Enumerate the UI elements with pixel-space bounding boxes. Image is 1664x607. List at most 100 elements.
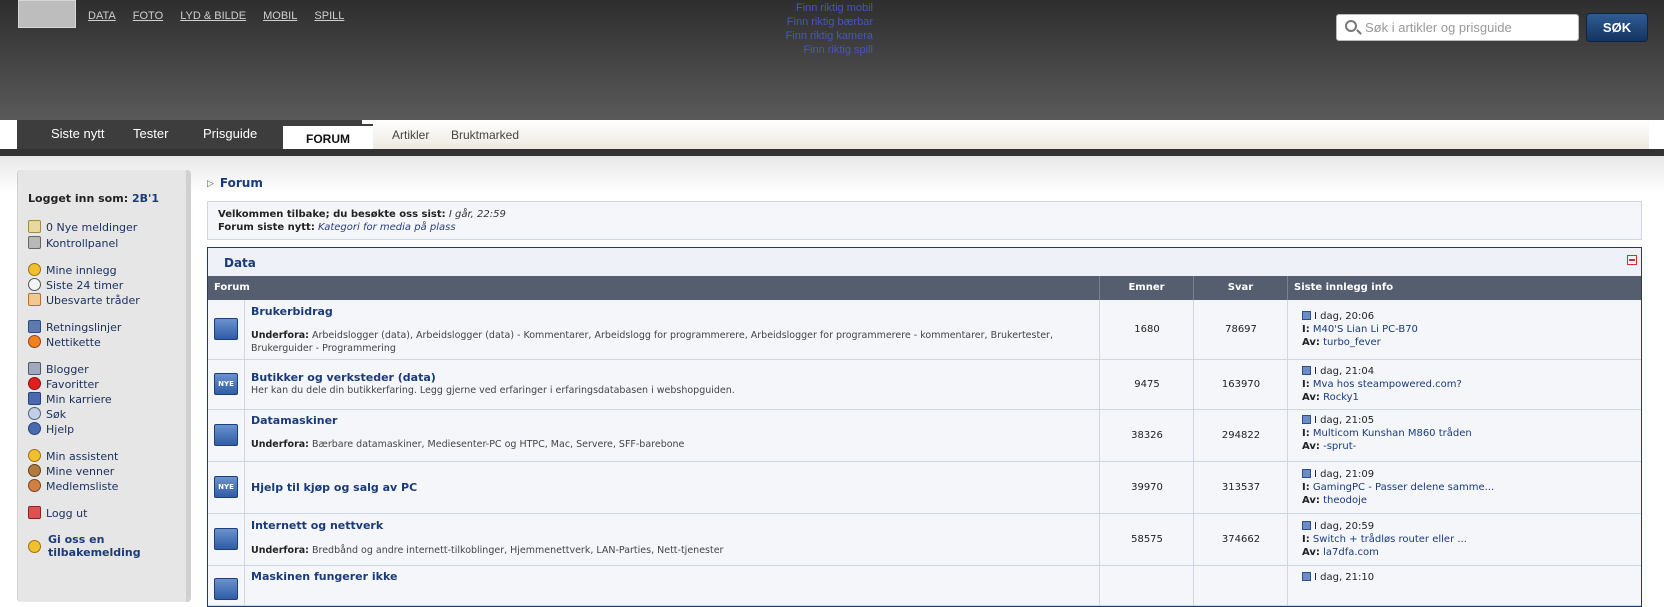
subtab-bruktmarked[interactable]: Bruktmarked xyxy=(451,128,519,142)
sidebar-item-control-panel[interactable]: Kontrollpanel xyxy=(28,236,118,250)
topnav-mobil[interactable]: MOBIL xyxy=(263,10,297,22)
tab-prisguide[interactable]: Prisguide xyxy=(203,126,257,141)
rules-icon xyxy=(28,320,41,333)
by-label: Av: xyxy=(1302,392,1320,403)
post-icon xyxy=(1302,311,1311,320)
forum-title[interactable]: Brukerbidrag xyxy=(251,305,333,318)
tab-forum[interactable]: FORUM xyxy=(283,124,373,149)
search-button[interactable]: SØK xyxy=(1586,13,1648,42)
promo-link-baerbar[interactable]: Finn riktig bærbar xyxy=(770,15,873,29)
news-link[interactable]: Kategori for media på plass xyxy=(318,222,456,233)
sidebar-item-label: Logg ut xyxy=(46,507,88,520)
last-post-thread[interactable]: M40'S Lian Li PC-B70 xyxy=(1313,324,1418,335)
tab-siste-nytt[interactable]: Siste nytt xyxy=(51,126,104,141)
sidebar-item-messages[interactable]: 0 Nye meldinger xyxy=(28,220,137,234)
forum-title[interactable]: Datamaskiner xyxy=(251,414,337,427)
sidebar-item-favorites[interactable]: Favoritter xyxy=(28,377,99,391)
last-post-user[interactable]: theodoje xyxy=(1323,495,1367,506)
topnav-spill[interactable]: SPILL xyxy=(314,10,344,22)
sidebar-item-help[interactable]: Hjelp xyxy=(28,422,74,436)
replies-count: 78697 xyxy=(1225,324,1257,335)
subforum-links[interactable]: Bredbånd og andre internett-tilkoblinger… xyxy=(312,545,723,556)
row-icon-cell xyxy=(208,410,245,461)
forum-icon xyxy=(214,424,238,446)
magnifier-icon xyxy=(28,407,41,420)
sidebar-item-label: Retningslinjer xyxy=(46,321,122,334)
subforum-links[interactable]: Bærbare datamaskiner, Mediesenter-PC og … xyxy=(312,439,684,450)
last-post-thread[interactable]: Switch + trådløs router eller ... xyxy=(1313,534,1467,545)
topics-count: 39970 xyxy=(1131,482,1163,493)
sidebar-item-my-posts[interactable]: Mine innlegg xyxy=(28,263,117,277)
subforums-label: Underfora: xyxy=(251,439,309,450)
collapse-icon[interactable] xyxy=(1627,255,1637,265)
top-nav: DATA FOTO LYD & BILDE MOBIL SPILL xyxy=(88,10,358,22)
site-logo[interactable] xyxy=(18,0,76,28)
forum-category-box: Data Forum Emner Svar Siste innlegg info… xyxy=(207,247,1642,607)
search-placeholder: Søk i artikler og prisguide xyxy=(1365,20,1512,35)
promo-link-spill[interactable]: Finn riktig spill xyxy=(770,43,873,57)
sidebar-item-label: Mine innlegg xyxy=(46,264,117,277)
by-label: Av: xyxy=(1302,495,1320,506)
topics-count: 1680 xyxy=(1134,324,1160,335)
post-icon xyxy=(1302,366,1311,375)
members-icon xyxy=(28,479,41,492)
topics-count: 38326 xyxy=(1131,430,1163,441)
last-post-thread[interactable]: Mva hos steampowered.com? xyxy=(1313,379,1462,390)
subforum-links[interactable]: Arbeidslogger (data), Arbeidslogger (dat… xyxy=(251,330,1053,354)
last-post-thread[interactable]: Multicom Kunshan M860 tråden xyxy=(1313,428,1472,439)
tab-tester[interactable]: Tester xyxy=(133,126,168,141)
forum-title[interactable]: Hjelp til kjøp og salg av PC xyxy=(251,481,417,494)
sidebar-item-feedback[interactable]: Gi oss en tilbakemelding xyxy=(28,533,178,559)
promo-link-mobil[interactable]: Finn riktig mobil xyxy=(770,1,873,15)
by-label: Av: xyxy=(1302,547,1320,558)
last-post-thread[interactable]: GamingPC - Passer delene samme... xyxy=(1313,482,1494,493)
user-sidebar: Logget inn som: 2B'1 0 Nye meldinger Kon… xyxy=(17,170,191,602)
topnav-data[interactable]: DATA xyxy=(88,10,116,22)
forum-description: Her kan du dele din butikkerfaring. Legg… xyxy=(251,385,735,396)
sidebar-item-friends[interactable]: Mine venner xyxy=(28,464,114,478)
last-post-info: I dag, 20:06 I: M40'S Lian Li PC-B70 Av:… xyxy=(1302,310,1418,349)
category-title[interactable]: Data xyxy=(224,256,256,270)
last-post-user[interactable]: la7dfa.com xyxy=(1323,547,1379,558)
last-post-user[interactable]: turbo_fever xyxy=(1323,337,1381,348)
row-title-cell xyxy=(245,410,1100,461)
in-label: I: xyxy=(1302,534,1310,545)
sidebar-item-label: Kontrollpanel xyxy=(46,237,119,250)
promo-link-kamera[interactable]: Finn riktig kamera xyxy=(770,29,873,43)
forum-title[interactable]: Butikker og verksteder (data) xyxy=(251,371,436,384)
category-header: Data xyxy=(208,248,1641,276)
topnav-lyd-bilde[interactable]: LYD & BILDE xyxy=(180,10,246,22)
sidebar-item-unanswered[interactable]: Ubesvarte tråder xyxy=(28,293,140,307)
forum-title[interactable]: Internett og nettverk xyxy=(251,519,383,532)
forum-title[interactable]: Maskinen fungerer ikke xyxy=(251,570,397,583)
last-visit-time: I går, 22:59 xyxy=(448,209,506,220)
news-label: Forum siste nytt: xyxy=(218,222,315,233)
sidebar-item-guidelines[interactable]: Retningslinjer xyxy=(28,320,121,334)
table-row: Brukerbidrag Underfora: Arbeidslogger (d… xyxy=(208,300,1641,360)
last-post-info: I dag, 21:05 I: Multicom Kunshan M860 tr… xyxy=(1302,414,1472,453)
sidebar-item-assistant[interactable]: Min assistent xyxy=(28,449,118,463)
username[interactable]: 2B'1 xyxy=(132,192,159,205)
sidebar-item-last-24h[interactable]: Siste 24 timer xyxy=(28,278,123,292)
feedback-smiley-icon xyxy=(28,540,41,553)
replies-count: 313537 xyxy=(1221,482,1261,493)
search-input[interactable]: Søk i artikler og prisguide xyxy=(1336,14,1579,41)
sidebar-item-blogs[interactable]: Blogger xyxy=(28,362,89,376)
sidebar-item-members[interactable]: Medlemsliste xyxy=(28,479,118,493)
login-status: Logget inn som: 2B'1 xyxy=(28,192,159,205)
sidebar-item-logout[interactable]: Logg ut xyxy=(28,506,87,520)
in-label: I: xyxy=(1302,379,1310,390)
sidebar-item-search[interactable]: Søk xyxy=(28,407,66,421)
subforums: Underfora: Bærbare datamaskiner, Mediese… xyxy=(251,438,1081,451)
sidebar-item-career[interactable]: Min karriere xyxy=(28,392,112,406)
breadcrumb[interactable]: Forum xyxy=(207,176,263,190)
topnav-foto[interactable]: FOTO xyxy=(133,10,163,22)
last-post-info: I dag, 21:04 I: Mva hos steampowered.com… xyxy=(1302,365,1462,404)
column-last-post: Siste innlegg info xyxy=(1294,282,1394,293)
subtab-artikler[interactable]: Artikler xyxy=(392,128,429,142)
sidebar-item-netiquette[interactable]: Nettikette xyxy=(28,335,101,349)
last-post-user[interactable]: Rocky1 xyxy=(1323,392,1359,403)
in-label: I: xyxy=(1302,482,1310,493)
sidebar-item-label: Siste 24 timer xyxy=(46,279,124,292)
last-post-user[interactable]: -sprut- xyxy=(1323,441,1356,452)
